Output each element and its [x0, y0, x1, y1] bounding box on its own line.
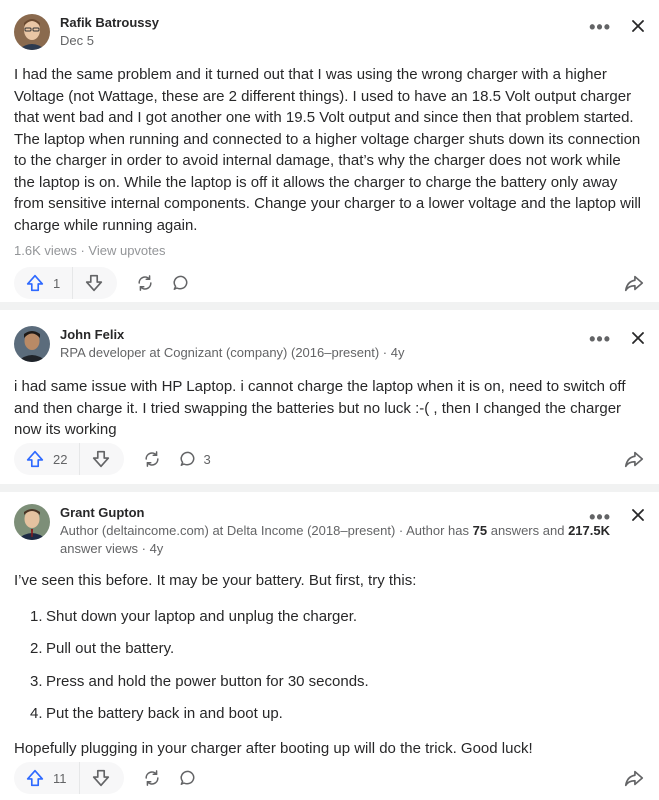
vote-pill: 11	[14, 762, 124, 794]
upvote-icon	[26, 769, 44, 787]
author-name[interactable]: Rafik Batroussy	[60, 14, 159, 31]
answer-date[interactable]: Dec 5	[60, 32, 159, 50]
reshare-button[interactable]	[135, 267, 155, 299]
list-text: Shut down your laptop and unplug the cha…	[46, 608, 358, 625]
downvote-icon	[92, 769, 109, 787]
author-credential[interactable]: Author (deltaincome.com) at Delta Income…	[60, 522, 620, 558]
close-icon[interactable]	[629, 329, 647, 347]
list-number: 1.	[30, 608, 43, 625]
answers-count: 75	[472, 523, 488, 538]
upvote-icon	[26, 450, 44, 468]
close-icon[interactable]	[629, 17, 647, 35]
share-icon[interactable]	[623, 448, 645, 470]
list-item: 3. Press and hold the power button for 30…	[14, 671, 369, 703]
reshare-button[interactable]	[142, 443, 162, 475]
upvote-count: 1	[53, 275, 61, 291]
comment-button[interactable]	[171, 267, 196, 299]
reshare-icon	[138, 275, 152, 291]
answer-header: Rafik Batroussy Dec 5	[14, 14, 159, 50]
comment-icon	[173, 275, 188, 290]
upvote-button[interactable]: 22	[14, 443, 79, 475]
list-number: 2.	[30, 640, 43, 658]
downvote-icon	[93, 450, 110, 468]
credential-text: answer views · 4y	[60, 541, 164, 556]
answer-separator	[0, 302, 659, 310]
comment-button[interactable]: 3	[178, 443, 211, 475]
upvote-button[interactable]: 1	[14, 267, 72, 299]
list-text: Put the battery back in and boot up.	[46, 705, 283, 723]
action-bar: 22 3	[14, 443, 211, 475]
action-bar: 11	[14, 762, 203, 794]
action-bar: 1	[14, 267, 196, 299]
answer-card-3: Grant Gupton Author (deltaincome.com) at…	[0, 492, 659, 800]
avatar[interactable]	[14, 14, 50, 50]
answer-text: i had same issue with HP Laptop. i canno…	[14, 376, 644, 441]
author-credential[interactable]: RPA developer at Cognizant (company) (20…	[60, 344, 404, 362]
answer-paragraph: i had same issue with HP Laptop. i canno…	[14, 378, 626, 438]
views-count[interactable]: 1.6K views · View upvotes	[14, 243, 166, 258]
list-item: 4. Put the battery back in and boot up.	[14, 703, 369, 735]
reshare-button[interactable]	[142, 762, 162, 794]
downvote-icon	[86, 274, 103, 292]
more-icon[interactable]: •••	[589, 508, 611, 526]
avatar[interactable]	[14, 326, 50, 362]
credential-text: Author (deltaincome.com) at Delta Income…	[60, 523, 469, 538]
answer-separator	[0, 484, 659, 492]
more-icon[interactable]: •••	[589, 18, 611, 36]
comment-icon	[180, 451, 195, 466]
author-name[interactable]: John Felix	[60, 326, 404, 343]
avatar[interactable]	[14, 504, 50, 540]
list-number: 4.	[30, 705, 43, 723]
share-icon[interactable]	[623, 272, 645, 294]
list-item: 1. Shut down your laptop and unplug the c…	[14, 606, 369, 638]
share-icon[interactable]	[623, 767, 645, 789]
list-text: Pull out the battery.	[46, 640, 175, 658]
upvote-button[interactable]: 11	[14, 762, 79, 794]
answer-header: Grant Gupton Author (deltaincome.com) at…	[14, 504, 620, 558]
answer-outro: Hopefully plugging in your charger after…	[14, 740, 533, 757]
answer-card-2: John Felix RPA developer at Cognizant (c…	[0, 310, 659, 484]
comment-count: 3	[203, 451, 211, 467]
downvote-button[interactable]	[73, 267, 117, 299]
credential-text: answers and	[490, 523, 565, 538]
downvote-button[interactable]	[80, 443, 124, 475]
answer-text: I had the same problem and it turned out…	[14, 64, 644, 236]
list-number: 3.	[30, 672, 43, 690]
answer-intro: I’ve seen this before. It may be your ba…	[14, 572, 417, 589]
vote-pill: 1	[14, 267, 118, 299]
upvote-count: 22	[53, 451, 68, 467]
list-item: 2. Pull out the battery.	[14, 638, 369, 670]
reshare-icon	[145, 451, 160, 467]
vote-pill: 22	[14, 443, 125, 475]
steps-list: 1. Shut down your laptop and unplug the c…	[14, 606, 369, 736]
answer-paragraph: I had the same problem and it turned out…	[14, 66, 642, 234]
upvote-icon	[26, 274, 44, 292]
author-name[interactable]: Grant Gupton	[60, 504, 620, 521]
comment-icon	[180, 770, 194, 785]
answer-header: John Felix RPA developer at Cognizant (c…	[14, 326, 404, 362]
reshare-icon	[144, 770, 159, 786]
list-text: Press and hold the power button for 30 s…	[46, 672, 369, 690]
close-icon[interactable]	[629, 506, 647, 524]
answer-card-1: Rafik Batroussy Dec 5 ••• I had the same…	[0, 0, 659, 302]
comment-button[interactable]	[178, 762, 203, 794]
more-icon[interactable]: •••	[589, 330, 611, 348]
upvote-count: 11	[53, 770, 67, 786]
downvote-button[interactable]	[80, 762, 124, 794]
